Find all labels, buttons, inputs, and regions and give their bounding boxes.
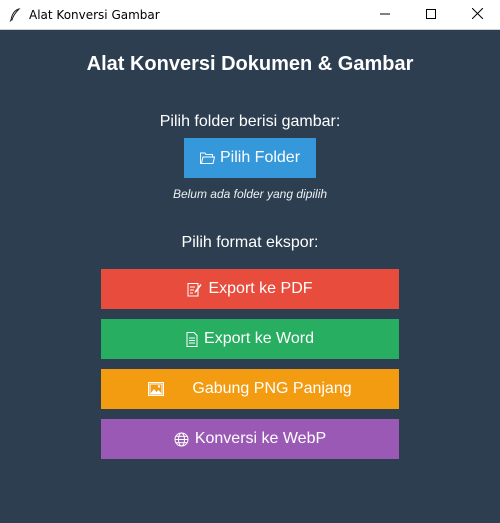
merge-png-label: Gabung PNG Panjang — [192, 380, 352, 397]
maximize-icon — [426, 6, 436, 24]
folder-prompt: Pilih folder berisi gambar: — [159, 113, 341, 130]
convert-webp-label: Konversi ke WebP — [194, 430, 327, 447]
document-icon — [186, 331, 198, 347]
close-button[interactable] — [454, 0, 500, 29]
export-word-button[interactable]: Export ke Word — [101, 319, 399, 359]
image-icon — [148, 382, 165, 396]
feather-icon — [9, 7, 23, 22]
maximize-button[interactable] — [408, 0, 454, 29]
close-icon — [471, 6, 483, 24]
window-title: Alat Konversi Gambar — [29, 7, 160, 22]
title-bar: Alat Konversi Gambar — [0, 0, 500, 30]
export-pdf-label: Export ke PDF — [208, 280, 313, 297]
main-content: Alat Konversi Dokumen & Gambar Pilih fol… — [0, 30, 500, 523]
pdf-edit-icon — [187, 282, 202, 297]
format-prompt: Pilih format ekspor: — [181, 234, 319, 251]
folder-icon — [199, 152, 215, 164]
minimize-icon — [380, 6, 390, 24]
merge-png-button[interactable]: Gabung PNG Panjang — [101, 369, 399, 409]
folder-status: Belum ada folder yang dipilih — [172, 187, 328, 201]
globe-icon — [174, 432, 189, 447]
select-folder-label: Pilih Folder — [219, 149, 301, 166]
export-pdf-button[interactable]: Export ke PDF — [101, 269, 399, 309]
minimize-button[interactable] — [362, 0, 408, 29]
convert-webp-button[interactable]: Konversi ke WebP — [101, 419, 399, 459]
page-title: Alat Konversi Dokumen & Gambar — [86, 53, 414, 75]
select-folder-button[interactable]: Pilih Folder — [184, 138, 316, 178]
export-word-label: Export ke Word — [204, 330, 314, 347]
